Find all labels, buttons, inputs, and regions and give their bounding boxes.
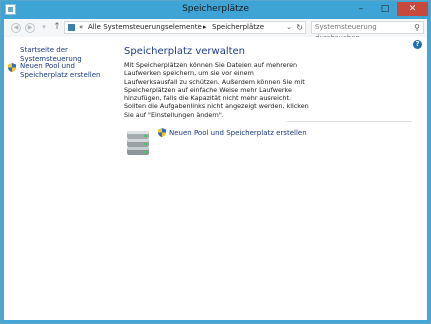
breadcrumb-separator[interactable]: ▸	[203, 22, 207, 33]
page-description: Mit Speicherplätzen können Sie Dateien a…	[124, 61, 309, 119]
content-area: ? Startseite der Systemsteuerung Neuen P…	[4, 37, 427, 320]
page-title: Speicherplatz verwalten	[124, 46, 246, 57]
divider	[287, 121, 412, 122]
breadcrumb-current[interactable]: Speicherplätze	[212, 22, 264, 33]
control-panel-icon	[68, 24, 75, 31]
up-icon[interactable]: ↑	[52, 23, 62, 33]
recent-pages-icon[interactable]: ▾	[39, 23, 49, 33]
window: Speicherplätze – □ ✕ ◀ ▶ ▾ ↑ « Alle Syst…	[0, 0, 431, 324]
minimize-button[interactable]: –	[349, 2, 373, 16]
uac-shield-icon	[158, 128, 166, 137]
sidebar-item-new-pool[interactable]: Neuen Pool und Speicherplatz erstellen	[20, 62, 112, 80]
forward-icon[interactable]: ▶	[25, 23, 35, 33]
sidebar: Startseite der Systemsteuerung Neuen Poo…	[4, 37, 114, 320]
refresh-icon[interactable]: ↻	[296, 22, 303, 33]
search-icon[interactable]: ⚲	[414, 22, 420, 33]
title-bar[interactable]: Speicherplätze – □ ✕	[1, 1, 430, 19]
maximize-button[interactable]: □	[373, 2, 397, 16]
close-button[interactable]: ✕	[397, 2, 428, 16]
breadcrumb-all-items[interactable]: Alle Systemsteuerungselemente	[88, 22, 202, 33]
back-icon[interactable]: ◀	[11, 23, 21, 33]
breadcrumb-overflow[interactable]: «	[79, 22, 83, 33]
address-dropdown-icon[interactable]: ⌄	[286, 22, 292, 33]
create-pool-link[interactable]: Neuen Pool und Speicherplatz erstellen	[169, 129, 307, 137]
storage-spaces-icon	[126, 129, 150, 157]
navigation-bar: ◀ ▶ ▾ ↑ « Alle Systemsteuerungselemente …	[4, 19, 427, 42]
help-icon[interactable]: ?	[413, 40, 422, 49]
search-input[interactable]: Systemsteuerung durchsuchen ⚲	[311, 21, 424, 42]
address-bar[interactable]: « Alle Systemsteuerungselemente ▸ Speich…	[64, 21, 306, 34]
uac-shield-icon	[8, 63, 16, 72]
